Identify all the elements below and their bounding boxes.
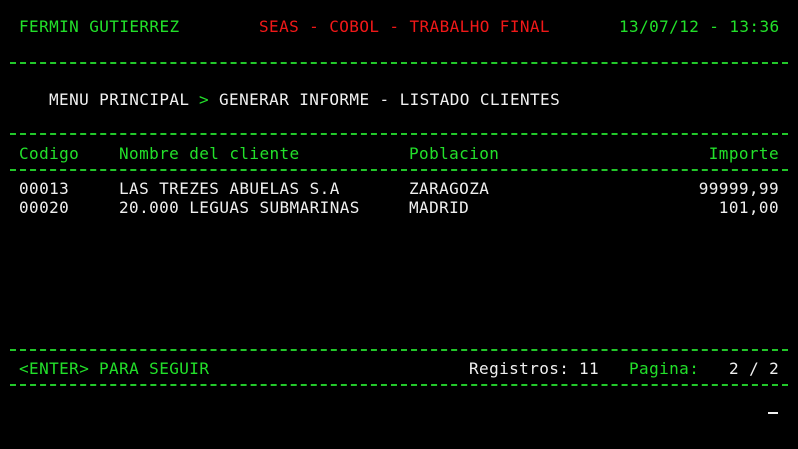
breadcrumb-path: GENERAR INFORME - LISTADO CLIENTES xyxy=(219,90,561,109)
user-name: FERMIN GUTIERREZ xyxy=(19,17,180,36)
row-amount: 101,00 xyxy=(718,198,779,217)
breadcrumb-separator: > xyxy=(199,90,210,109)
separator-line xyxy=(10,349,788,351)
continue-label: PARA SEGUIR xyxy=(99,359,210,378)
enter-key-hint: <ENTER> xyxy=(19,359,90,378)
records-count: 11 xyxy=(579,359,600,378)
row-code: 00013 xyxy=(19,179,70,198)
breadcrumb-menu: MENU PRINCIPAL xyxy=(49,90,190,109)
page-label: Pagina: xyxy=(629,359,700,378)
records-label: Registros: xyxy=(469,359,570,378)
row-name: 20.000 LEGUAS SUBMARINAS xyxy=(119,198,360,217)
column-header-name: Nombre del cliente xyxy=(119,144,300,163)
separator-line xyxy=(10,169,788,171)
separator-line xyxy=(10,133,788,135)
column-header-amount: Importe xyxy=(708,144,779,163)
row-code: 00020 xyxy=(19,198,70,217)
page-indicator: 2 / 2 xyxy=(729,359,780,378)
row-city: ZARAGOZA xyxy=(409,179,490,198)
separator-line xyxy=(10,62,788,64)
app-title: SEAS - COBOL - TRABALHO FINAL xyxy=(259,17,550,36)
datetime: 13/07/12 - 13:36 xyxy=(619,17,780,36)
row-name: LAS TREZES ABUELAS S.A xyxy=(119,179,340,198)
row-city: MADRID xyxy=(409,198,470,217)
column-header-city: Poblacion xyxy=(409,144,500,163)
separator-line xyxy=(10,384,788,386)
column-header-code: Codigo xyxy=(19,144,80,163)
terminal-cursor[interactable] xyxy=(768,412,778,414)
row-amount: 99999,99 xyxy=(698,179,779,198)
